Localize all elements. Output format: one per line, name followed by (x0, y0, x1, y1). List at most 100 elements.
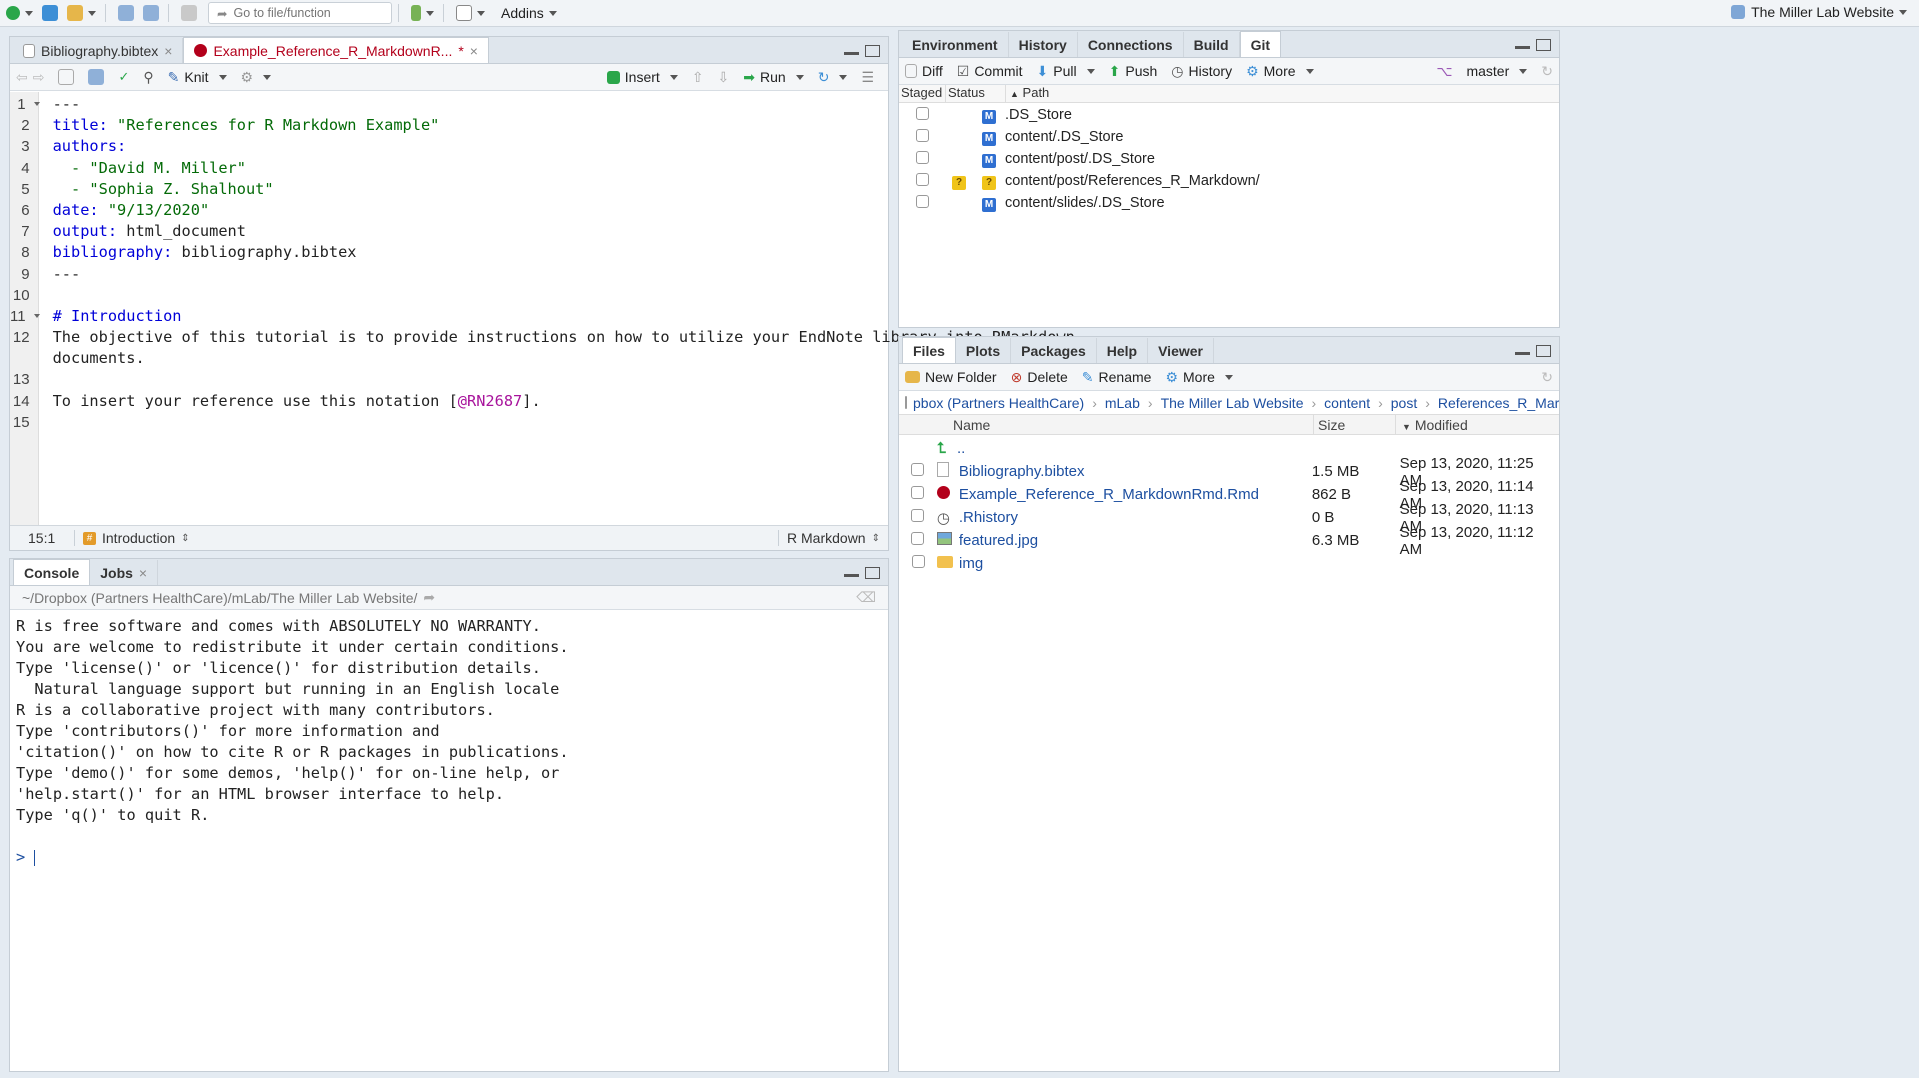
settings-button[interactable]: ⚙ (241, 69, 272, 86)
back-button[interactable]: ⇦ ⇨ (16, 69, 44, 86)
print-button[interactable] (178, 2, 200, 24)
spellcheck-button[interactable]: ✓ (118, 69, 129, 85)
breadcrumb-item[interactable]: References_R_Markdown (1438, 395, 1559, 411)
push-button[interactable]: ⬆ Push (1109, 63, 1158, 80)
git-row[interactable]: ? ? content/post/References_R_Markdown/ (899, 170, 1559, 192)
save-doc-button[interactable] (88, 69, 105, 85)
files-more-button[interactable]: ⚙ More (1165, 369, 1233, 386)
file-type-selector[interactable]: R Markdown ⇕ (778, 530, 888, 546)
stage-checkbox[interactable] (915, 128, 929, 142)
tab-git[interactable]: Git (1239, 31, 1282, 57)
tab-bibliography[interactable]: Bibliography.bibtex × (13, 38, 184, 63)
run-button[interactable]: ➡ Run (743, 69, 804, 86)
parent-dir-link[interactable]: .. (957, 440, 965, 457)
breadcrumb-item[interactable]: mLab (1105, 395, 1140, 411)
goto-dir-icon[interactable]: ➦ (423, 589, 435, 606)
file-checkbox[interactable] (911, 532, 925, 545)
console-prompt[interactable]: > (16, 847, 888, 868)
minimize-icon[interactable] (1515, 345, 1530, 355)
select-all-checkbox[interactable] (905, 396, 907, 409)
new-branch-button[interactable]: ⌥ (1436, 63, 1452, 80)
tab-viewer[interactable]: Viewer (1148, 338, 1214, 363)
vcs-button[interactable] (408, 2, 437, 24)
tab-history[interactable]: History (1009, 32, 1078, 57)
refresh-button[interactable]: ↻ (1541, 63, 1553, 80)
goto-file-function[interactable]: ➦ (208, 2, 392, 24)
rerun-button[interactable]: ↻ (818, 69, 848, 86)
tab-example-rmd[interactable]: Example_Reference_R_MarkdownR... * × (183, 37, 489, 63)
git-more-button[interactable]: ⚙ More (1246, 63, 1314, 80)
maximize-icon[interactable] (865, 567, 880, 579)
outline-button[interactable]: ☰ (861, 69, 874, 86)
clear-console-icon[interactable]: ⌫ (856, 589, 876, 606)
git-history-button[interactable]: ◷ History (1171, 63, 1232, 80)
rename-button[interactable]: ✎ Rename (1082, 369, 1152, 386)
save-all-button[interactable] (140, 2, 162, 24)
find-button[interactable]: ⚲ (143, 69, 153, 86)
breadcrumb-item[interactable]: The Miller Lab Website (1161, 395, 1304, 411)
maximize-icon[interactable] (1536, 345, 1551, 357)
delete-button[interactable]: ⊗ Delete (1011, 369, 1068, 386)
col-size[interactable]: Size (1313, 415, 1395, 434)
col-path[interactable]: ▲ Path (1005, 85, 1049, 102)
stage-checkbox[interactable] (915, 106, 929, 120)
stage-checkbox[interactable] (915, 150, 929, 164)
pull-button[interactable]: ⬇ Pull (1037, 63, 1095, 80)
knit-button[interactable]: ✎ Knit (168, 69, 227, 86)
show-in-window-button[interactable] (58, 69, 75, 85)
console-output[interactable]: R is free software and comes with ABSOLU… (10, 610, 888, 868)
breadcrumb-item[interactable]: pbox (Partners HealthCare) (913, 395, 1084, 411)
file-checkbox[interactable] (911, 555, 925, 568)
minimize-icon[interactable] (844, 45, 859, 55)
git-row[interactable]: M content/slides/.DS_Store (899, 192, 1559, 214)
tab-environment[interactable]: Environment (902, 32, 1009, 57)
tab-connections[interactable]: Connections (1078, 32, 1184, 57)
col-modified[interactable]: ▼ Modified (1395, 415, 1468, 434)
file-name[interactable]: Bibliography.bibtex (959, 463, 1312, 480)
fold-marker-icon[interactable] (33, 102, 40, 106)
file-checkbox[interactable] (911, 486, 925, 499)
maximize-icon[interactable] (865, 45, 880, 57)
branch-selector[interactable]: master (1466, 63, 1528, 79)
breadcrumb-item[interactable]: content (1324, 395, 1370, 411)
goto-input[interactable] (233, 6, 384, 20)
fold-marker-icon[interactable] (33, 313, 40, 318)
file-name[interactable]: featured.jpg (959, 532, 1312, 549)
git-row[interactable]: M .DS_Store (899, 104, 1559, 126)
col-name[interactable]: Name (953, 415, 1313, 434)
file-name[interactable]: Example_Reference_R_MarkdownRmd.Rmd (959, 486, 1312, 503)
close-icon[interactable]: × (139, 565, 147, 581)
open-file-button[interactable] (64, 2, 99, 24)
minimize-icon[interactable] (1515, 39, 1530, 49)
next-chunk-button[interactable]: ⇩ (718, 69, 730, 86)
section-navigator[interactable]: # Introduction ⇕ (83, 530, 190, 546)
save-button[interactable] (115, 2, 137, 24)
col-status[interactable]: Status (945, 85, 1005, 102)
project-menu[interactable]: The Miller Lab Website (1731, 4, 1907, 20)
minimize-icon[interactable] (844, 567, 859, 577)
stage-checkbox[interactable] (915, 194, 929, 208)
tab-help[interactable]: Help (1097, 338, 1149, 363)
commit-button[interactable]: ☑ Commit (957, 63, 1023, 80)
col-staged[interactable]: Staged (899, 85, 945, 102)
prev-chunk-button[interactable]: ⇧ (692, 69, 704, 86)
files-refresh-button[interactable]: ↻ (1541, 369, 1553, 386)
code-editor[interactable]: 1 2 3 4 5 6 7 8 9 10 11 12 13 14 15 --- … (10, 92, 1075, 525)
git-row[interactable]: M content/.DS_Store (899, 126, 1559, 148)
tab-files[interactable]: Files (902, 337, 956, 363)
addins-button[interactable]: Addins (498, 2, 560, 24)
git-row[interactable]: M content/post/.DS_Store (899, 148, 1559, 170)
tab-packages[interactable]: Packages (1011, 338, 1097, 363)
tab-console[interactable]: Console (13, 559, 91, 585)
diff-button[interactable]: Diff (905, 63, 943, 79)
insert-chunk-button[interactable]: Insert (606, 69, 678, 85)
close-icon[interactable]: × (164, 43, 172, 59)
new-project-button[interactable] (39, 2, 61, 24)
tab-build[interactable]: Build (1184, 32, 1240, 57)
file-checkbox[interactable] (911, 509, 925, 522)
close-icon[interactable]: × (470, 43, 478, 59)
tab-jobs[interactable]: Jobs × (90, 560, 159, 585)
file-checkbox[interactable] (911, 463, 925, 476)
pane-layout-button[interactable] (453, 2, 488, 24)
breadcrumb-item[interactable]: post (1391, 395, 1417, 411)
